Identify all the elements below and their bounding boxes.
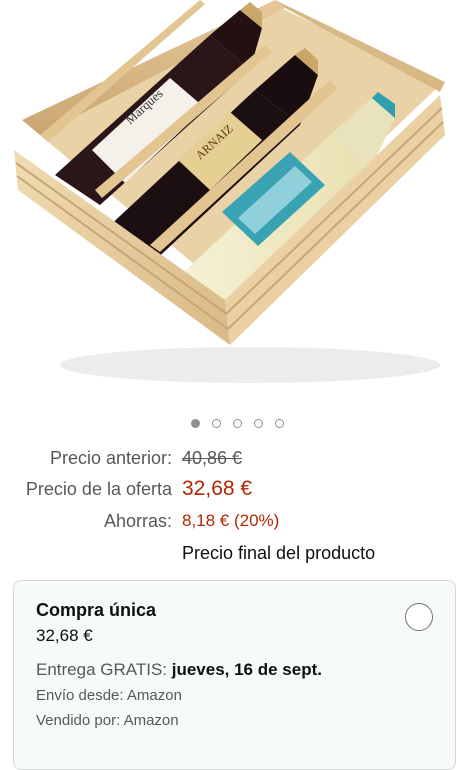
savings-value: 8,18 € (20%) xyxy=(182,511,280,530)
previous-price-label: Precio anterior: xyxy=(49,448,172,468)
deal-price-label: Precio de la oferta xyxy=(25,479,172,499)
purchase-option-title: Compra única xyxy=(36,600,157,620)
savings-row: Ahorras: 8,18 € (20%) xyxy=(0,509,475,533)
purchase-option-card[interactable]: Compra única 32,68 € Entrega GRATIS: jue… xyxy=(13,580,456,770)
previous-price-value: 40,86 € xyxy=(182,448,243,468)
savings-label: Ahorras: xyxy=(103,511,172,531)
delivery-prefix: Entrega GRATIS: xyxy=(36,660,172,679)
carousel-dot[interactable] xyxy=(275,419,284,428)
delivery-date: jueves, 16 de sept. xyxy=(171,660,322,679)
carousel-dot[interactable] xyxy=(233,419,242,428)
previous-price-row: Precio anterior: 40,86 € xyxy=(0,446,475,470)
delivery-info: Entrega GRATIS: jueves, 16 de sept. xyxy=(36,660,322,680)
product-image[interactable]: Marqués ARNAIZ xyxy=(0,0,475,405)
carousel-indicator[interactable] xyxy=(0,419,475,433)
deal-price-row: Precio de la oferta 32,68 € xyxy=(0,477,475,501)
purchase-option-radio[interactable] xyxy=(405,603,433,631)
ships-from: Envío desde: Amazon xyxy=(36,687,182,704)
purchase-option-price: 32,68 € xyxy=(36,626,93,645)
carousel-dot[interactable] xyxy=(212,419,221,428)
sold-by: Vendido por: Amazon xyxy=(36,712,179,729)
carousel-dot[interactable] xyxy=(254,419,263,428)
final-price-note: Precio final del producto xyxy=(182,543,376,563)
carousel-dot[interactable] xyxy=(191,419,200,428)
deal-price-value: 32,68 € xyxy=(182,477,253,500)
